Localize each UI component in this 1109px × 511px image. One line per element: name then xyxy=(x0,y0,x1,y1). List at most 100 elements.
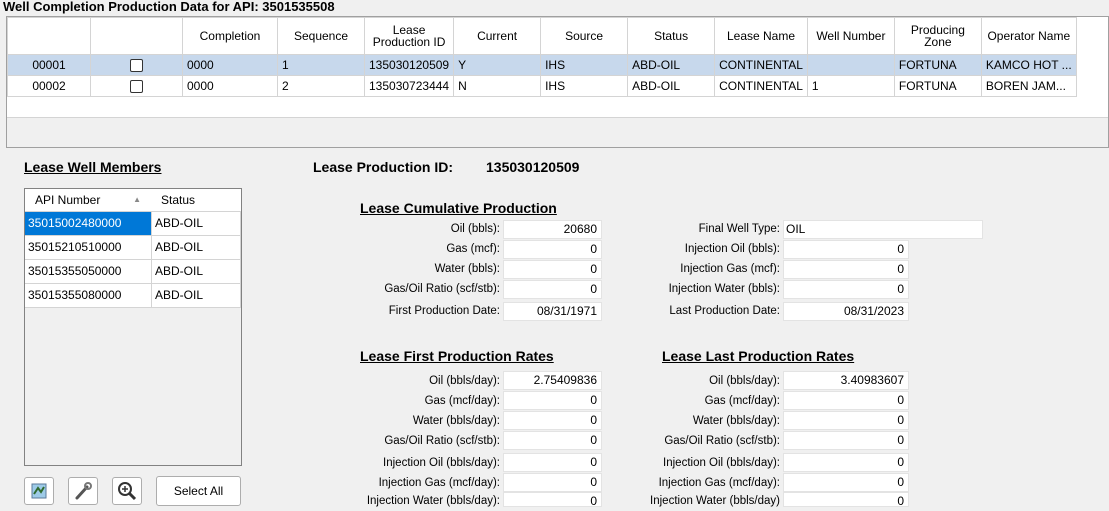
cum-gas-field[interactable]: 0 xyxy=(503,240,602,259)
cell-operator: BOREN JAM... xyxy=(980,75,1077,97)
cum-oil-label: Oil (bbls): xyxy=(450,223,500,235)
cum-gas-label: Gas (mcf): xyxy=(446,243,500,255)
first-water-label: Water (bbls/day): xyxy=(412,415,500,427)
last-water-field[interactable]: 0 xyxy=(783,411,909,430)
last-inj-gas-label: Injection Gas (mcf/day): xyxy=(658,477,780,489)
cum-inj-oil-label: Injection Oil (bbls): xyxy=(684,243,780,255)
cell-completion: 0000 xyxy=(182,75,278,97)
lease-production-id-value: 135030120509 xyxy=(486,159,580,175)
last-inj-water-field[interactable]: 0 xyxy=(783,492,909,508)
column-header-source[interactable]: Source xyxy=(540,17,629,55)
column-header-status[interactable]: Status xyxy=(627,17,716,55)
lease-well-members-list[interactable]: API Number ▲ Status 35015002480000 ABD-O… xyxy=(24,188,242,466)
lease-well-members-heading: Lease Well Members xyxy=(24,159,162,175)
cum-gor-label: Gas/Oil Ratio (scf/stb): xyxy=(384,283,500,295)
lease-production-id-label: Lease Production ID: xyxy=(313,159,454,175)
tools-button[interactable] xyxy=(68,477,98,505)
member-status: ABD-OIL xyxy=(152,236,241,259)
cell-status: ABD-OIL xyxy=(627,54,716,76)
cell-zone: FORTUNA xyxy=(893,75,982,97)
first-gor-field[interactable]: 0 xyxy=(503,431,602,450)
last-gas-label: Gas (mcf/day): xyxy=(704,395,780,407)
table-row[interactable]: 00001 0000 1 135030120509 Y IHS ABD-OIL … xyxy=(7,54,1077,76)
column-header-status[interactable]: Status xyxy=(151,189,241,211)
first-water-field[interactable]: 0 xyxy=(503,411,602,430)
final-well-type-label: Final Well Type: xyxy=(698,223,780,235)
column-header-api-label: API Number xyxy=(35,193,101,207)
cum-gor-field[interactable]: 0 xyxy=(503,280,602,299)
table-row[interactable]: 00002 0000 2 135030723444 N IHS ABD-OIL … xyxy=(7,75,1077,97)
last-production-date-field[interactable]: 08/31/2023 xyxy=(783,302,909,321)
member-status: ABD-OIL xyxy=(152,212,241,235)
row-select-checkbox[interactable] xyxy=(130,59,143,73)
column-header-completion[interactable]: Completion xyxy=(182,17,278,55)
row-number: 00001 xyxy=(7,54,91,76)
final-well-type-field[interactable]: OIL xyxy=(783,220,983,239)
first-oil-field[interactable]: 2.75409836 xyxy=(503,371,602,390)
last-oil-label: Oil (bbls/day): xyxy=(709,375,780,387)
column-header-api-number[interactable]: API Number ▲ xyxy=(25,189,151,211)
first-inj-water-label: Injection Water (bbls/day): xyxy=(366,495,500,507)
cumulative-heading: Lease Cumulative Production xyxy=(360,200,557,216)
cum-inj-water-label: Injection Water (bbls): xyxy=(668,283,780,295)
cell-current: N xyxy=(453,75,542,97)
first-inj-water-field[interactable]: 0 xyxy=(503,492,602,508)
list-item[interactable]: 35015002480000 ABD-OIL xyxy=(25,212,241,236)
row-select-checkbox[interactable] xyxy=(130,80,143,94)
last-inj-oil-field[interactable]: 0 xyxy=(783,453,909,472)
column-header-producing-zone[interactable]: Producing Zone xyxy=(893,17,982,55)
row-number: 00002 xyxy=(7,75,91,97)
map-icon xyxy=(31,483,47,499)
member-api: 35015210510000 xyxy=(25,236,152,259)
column-header-current[interactable]: Current xyxy=(453,17,542,55)
last-gor-field[interactable]: 0 xyxy=(783,431,909,450)
list-item[interactable]: 35015210510000 ABD-OIL xyxy=(25,236,241,260)
cell-sequence: 2 xyxy=(277,75,365,97)
first-inj-oil-field[interactable]: 0 xyxy=(503,453,602,472)
last-gas-field[interactable]: 0 xyxy=(783,391,909,410)
cell-lease-id: 135030120509 xyxy=(363,54,455,76)
cum-water-field[interactable]: 0 xyxy=(503,260,602,279)
cell-zone: FORTUNA xyxy=(893,54,982,76)
column-header-lease-name[interactable]: Lease Name xyxy=(714,17,808,55)
last-water-label: Water (bbls/day): xyxy=(692,415,780,427)
first-inj-gas-field[interactable]: 0 xyxy=(503,473,602,492)
column-header-operator-name[interactable]: Operator Name xyxy=(980,17,1077,55)
column-header-select[interactable] xyxy=(90,17,183,55)
cell-lease-name: CONTINENTAL xyxy=(714,75,808,97)
sort-ascending-icon: ▲ xyxy=(133,195,141,204)
list-item[interactable]: 35015355080000 ABD-OIL xyxy=(25,284,241,308)
column-header-lease-production-id[interactable]: Lease Production ID xyxy=(363,17,455,55)
row-select-cell xyxy=(90,75,183,97)
column-header-sequence[interactable]: Sequence xyxy=(277,17,365,55)
last-inj-gas-field[interactable]: 0 xyxy=(783,473,909,492)
zoom-in-button[interactable] xyxy=(112,477,142,505)
map-button[interactable] xyxy=(24,477,54,505)
cum-water-label: Water (bbls): xyxy=(434,263,500,275)
row-select-cell xyxy=(90,54,183,76)
cum-inj-gas-field[interactable]: 0 xyxy=(783,260,909,279)
zoom-in-icon xyxy=(118,482,137,501)
member-api: 35015355050000 xyxy=(25,260,152,283)
cell-well-number: 1 xyxy=(806,75,895,97)
table-header-row: Completion Sequence Lease Production ID … xyxy=(7,17,1077,55)
first-gas-field[interactable]: 0 xyxy=(503,391,602,410)
column-header-rownum[interactable] xyxy=(7,17,91,55)
cum-inj-oil-field[interactable]: 0 xyxy=(783,240,909,259)
completion-grid[interactable]: Completion Sequence Lease Production ID … xyxy=(6,16,1109,148)
cell-operator: KAMCO HOT ... xyxy=(980,54,1077,76)
cum-inj-gas-label: Injection Gas (mcf): xyxy=(680,263,780,275)
column-header-well-number[interactable]: Well Number xyxy=(806,17,895,55)
first-inj-oil-label: Injection Oil (bbls/day): xyxy=(383,457,500,469)
list-item[interactable]: 35015355050000 ABD-OIL xyxy=(25,260,241,284)
first-oil-label: Oil (bbls/day): xyxy=(429,375,500,387)
first-production-date-field[interactable]: 08/31/1971 xyxy=(503,302,602,321)
grid-empty-area xyxy=(7,117,1108,147)
cell-well-number xyxy=(806,54,895,76)
member-status: ABD-OIL xyxy=(152,284,241,307)
cum-inj-water-field[interactable]: 0 xyxy=(783,280,909,299)
last-oil-field[interactable]: 3.40983607 xyxy=(783,371,909,390)
cum-oil-field[interactable]: 20680 xyxy=(503,220,602,239)
select-all-button[interactable]: Select All xyxy=(156,476,241,506)
last-inj-oil-label: Injection Oil (bbls/day): xyxy=(663,457,780,469)
